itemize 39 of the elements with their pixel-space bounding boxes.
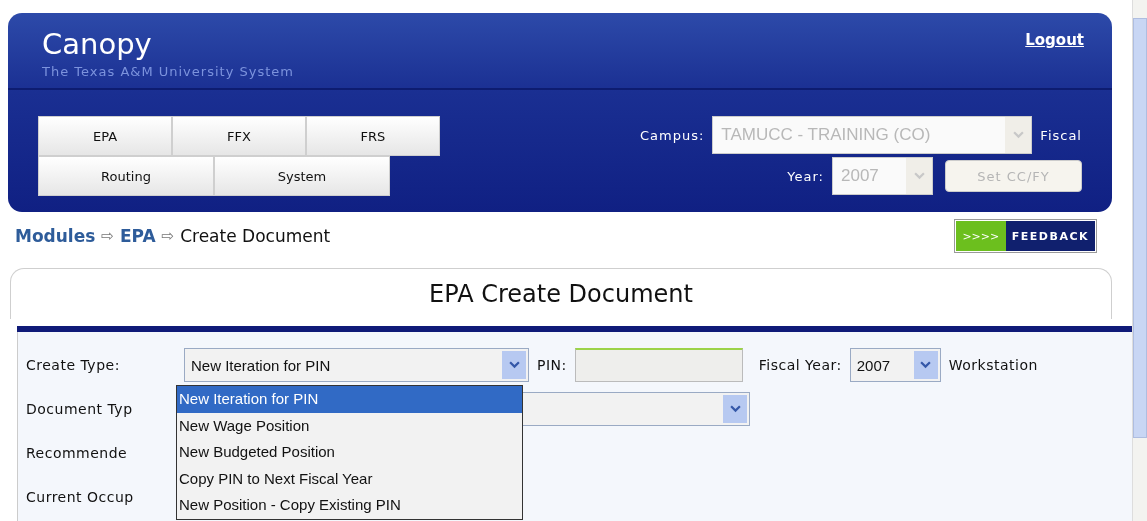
caret-icon — [508, 361, 520, 369]
field-label: PIN: — [537, 357, 567, 373]
dropdown-option[interactable]: New Iteration for PIN — [177, 386, 522, 413]
module-tab[interactable]: EPA — [38, 116, 172, 156]
field-label: Document Typ — [26, 401, 134, 417]
breadcrumb-arrow: ⇨ — [161, 227, 175, 245]
app-title: Canopy — [42, 30, 153, 59]
fiscal-label: Fiscal — [1040, 127, 1082, 143]
field-label: Workstation — [948, 357, 1038, 373]
module-tab[interactable]: Routing — [38, 156, 214, 196]
module-tab[interactable]: System — [214, 156, 390, 196]
feedback-button[interactable]: >>>> FEEDBACK — [953, 219, 1097, 253]
breadcrumb-arrow: ⇨ — [101, 227, 114, 245]
caret-icon — [1012, 131, 1024, 139]
panel-title: EPA Create Document — [429, 280, 693, 308]
app-subtitle: The Texas A&M University System — [42, 64, 294, 79]
dropdown-option[interactable]: New Budgeted Position — [177, 439, 522, 466]
year-label: Year: — [787, 168, 824, 184]
caret-icon — [920, 361, 932, 369]
dropdown-option[interactable]: New Position - Copy Existing PIN — [177, 492, 522, 519]
field-label: Current Occup — [26, 489, 135, 505]
field-label: Recommende — [26, 445, 129, 461]
breadcrumb-link[interactable]: EPA — [119, 226, 156, 246]
breadcrumb-current: Create Document — [180, 226, 331, 246]
dropdown-option[interactable]: Copy PIN to Next Fiscal Year — [177, 465, 522, 492]
breadcrumb-link[interactable]: Modules — [15, 226, 96, 246]
create-type-select[interactable]: New Iteration for PIN — [184, 348, 529, 382]
campus-label: Campus: — [640, 127, 705, 143]
logout-link[interactable]: Logout — [1025, 31, 1084, 49]
dropdown-option[interactable]: New Wage Position — [177, 412, 522, 439]
caret-icon — [913, 172, 925, 180]
module-tab[interactable]: FFX — [172, 116, 306, 156]
field-label: Create Type: — [26, 357, 121, 373]
field-label: Fiscal Year: — [758, 357, 842, 373]
scrollbar[interactable] — [1132, 0, 1147, 521]
module-tab[interactable]: FRS — [306, 116, 440, 156]
caret-icon — [729, 405, 741, 413]
fiscal-year-select[interactable]: 2007 — [849, 348, 941, 382]
pin-field[interactable] — [574, 348, 743, 382]
